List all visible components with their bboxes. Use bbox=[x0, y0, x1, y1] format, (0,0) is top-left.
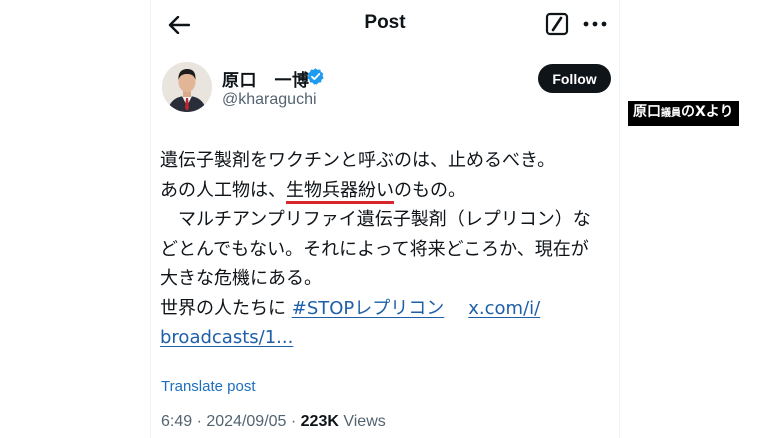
post-time[interactable]: 6:49 bbox=[161, 413, 192, 430]
caption-source: のXより bbox=[681, 104, 734, 120]
source-caption: 原口議員のXより bbox=[628, 101, 739, 126]
more-horizontal-icon bbox=[583, 21, 607, 27]
post-date[interactable]: 2024/09/05 bbox=[206, 413, 286, 430]
avatar[interactable] bbox=[162, 62, 212, 112]
post-text: 遺伝子製剤をワクチンと呼ぶのは、止めるべき。 あの人工物は、生物兵器紛いのもの。… bbox=[160, 146, 620, 353]
panel-divider-left bbox=[150, 0, 151, 438]
post-line-2-start: あの人工物は、 bbox=[160, 179, 286, 201]
back-button[interactable] bbox=[162, 8, 196, 42]
arrow-left-icon bbox=[168, 16, 190, 34]
author-handle[interactable]: @kharaguchi bbox=[222, 91, 317, 109]
highlighted-phrase: 生物兵器紛い bbox=[286, 179, 394, 201]
verified-badge-icon bbox=[307, 68, 324, 85]
author-name[interactable]: 原口 一博 bbox=[222, 66, 310, 91]
more-options-button[interactable] bbox=[580, 11, 610, 37]
compose-icon bbox=[545, 12, 569, 36]
post-line-6-start: 世界の人たちに bbox=[160, 297, 292, 319]
post-line-2-end: のもの。 bbox=[394, 179, 466, 201]
post-header: Post bbox=[150, 0, 620, 50]
post-metadata: 6:49 · 2024/09/05 · 223K Views bbox=[161, 413, 386, 431]
post-line-6: 世界の人たちに #STOPレプリコン x.com/i/ bbox=[160, 294, 620, 324]
broadcast-link-part-1[interactable]: x.com/i/ bbox=[468, 298, 540, 319]
caption-title: 議員 bbox=[661, 108, 681, 119]
compose-button[interactable] bbox=[544, 11, 570, 37]
translate-post-link[interactable]: Translate post bbox=[161, 378, 256, 395]
post-line-3: マルチアンプリファイ遺伝子製剤（レプリコン）な bbox=[160, 209, 591, 230]
post-line-2: あの人工物は、生物兵器紛いのもの。 bbox=[160, 176, 620, 206]
post-line-4: どとんでもない。それによって将来どころか、現在が bbox=[160, 238, 589, 260]
caption-name: 原口 bbox=[633, 104, 661, 120]
meta-separator: · bbox=[192, 413, 207, 430]
views-label: Views bbox=[338, 413, 386, 430]
views-count: 223K bbox=[300, 413, 339, 430]
post-line-1: 遺伝子製剤をワクチンと呼ぶのは、止めるべき。 bbox=[160, 150, 556, 171]
hashtag-link[interactable]: #STOPレプリコン bbox=[292, 298, 445, 319]
post-line-5: 大きな危機にある。 bbox=[160, 268, 322, 289]
follow-button[interactable]: Follow bbox=[538, 64, 611, 93]
profile-photo-icon bbox=[162, 62, 212, 112]
meta-separator: · bbox=[286, 413, 301, 430]
post-line-7: broadcasts/1... bbox=[160, 323, 620, 353]
broadcast-link-part-2[interactable]: broadcasts/1... bbox=[160, 327, 293, 348]
